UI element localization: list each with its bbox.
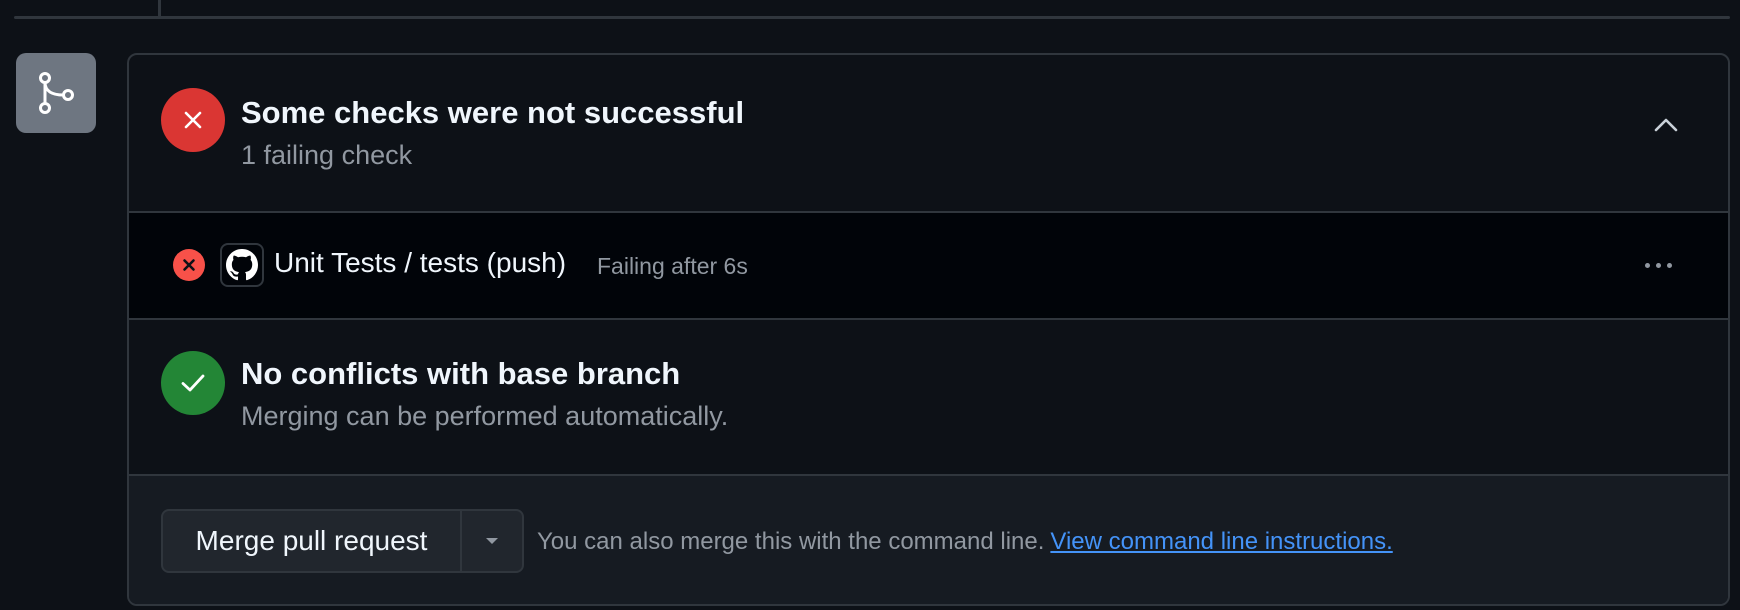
x-circle-icon	[173, 249, 205, 281]
checks-summary-section: Some checks were not successful 1 failin…	[129, 55, 1728, 211]
merge-pull-request-button[interactable]: Merge pull request	[163, 511, 460, 571]
kebab-dot	[1655, 262, 1661, 268]
check-name[interactable]: Unit Tests / tests (push)	[274, 247, 566, 279]
triangle-down-icon	[486, 538, 498, 544]
conflicts-title: No conflicts with base branch	[241, 356, 681, 391]
check-row: Unit Tests / tests (push) Failing after …	[129, 211, 1728, 320]
command-line-note-text: You can also merge this with the command…	[537, 528, 1045, 555]
command-line-note: You can also merge this with the command…	[537, 528, 1393, 556]
merge-status-box: Some checks were not successful 1 failin…	[127, 53, 1730, 606]
x-icon-small	[183, 259, 195, 271]
git-merge-icon	[16, 53, 96, 133]
collapse-checks-button[interactable]	[1648, 107, 1684, 143]
merge-button-group: Merge pull request	[161, 509, 524, 573]
command-line-instructions-link[interactable]: View command line instructions.	[1050, 528, 1392, 555]
conflicts-section: No conflicts with base branch Merging ca…	[129, 320, 1728, 476]
check-status: Failing after 6s	[597, 253, 748, 279]
check-icon	[181, 374, 205, 392]
tab-strip-separator	[158, 0, 161, 17]
merge-controls-section: Merge pull request You can also merge th…	[129, 476, 1728, 604]
kebab-dot	[1666, 262, 1672, 268]
chevron-up-icon	[1654, 118, 1678, 132]
github-icon[interactable]	[220, 243, 264, 287]
checks-title: Some checks were not successful	[241, 95, 745, 130]
conflicts-subtitle: Merging can be performed automatically.	[241, 401, 729, 431]
git-merge-icon-svg	[39, 72, 74, 114]
tab-strip-divider	[14, 16, 1730, 19]
checks-subtitle: 1 failing check	[241, 140, 413, 170]
github-mark-icon	[226, 249, 258, 281]
checks-failed-badge	[161, 88, 225, 152]
no-conflicts-badge	[161, 351, 225, 415]
merge-method-dropdown-button[interactable]	[460, 511, 522, 571]
kebab-dot	[1644, 262, 1650, 268]
tab-strip-remnant	[0, 0, 1740, 20]
x-icon	[184, 111, 202, 129]
check-options-button[interactable]	[1638, 249, 1678, 281]
